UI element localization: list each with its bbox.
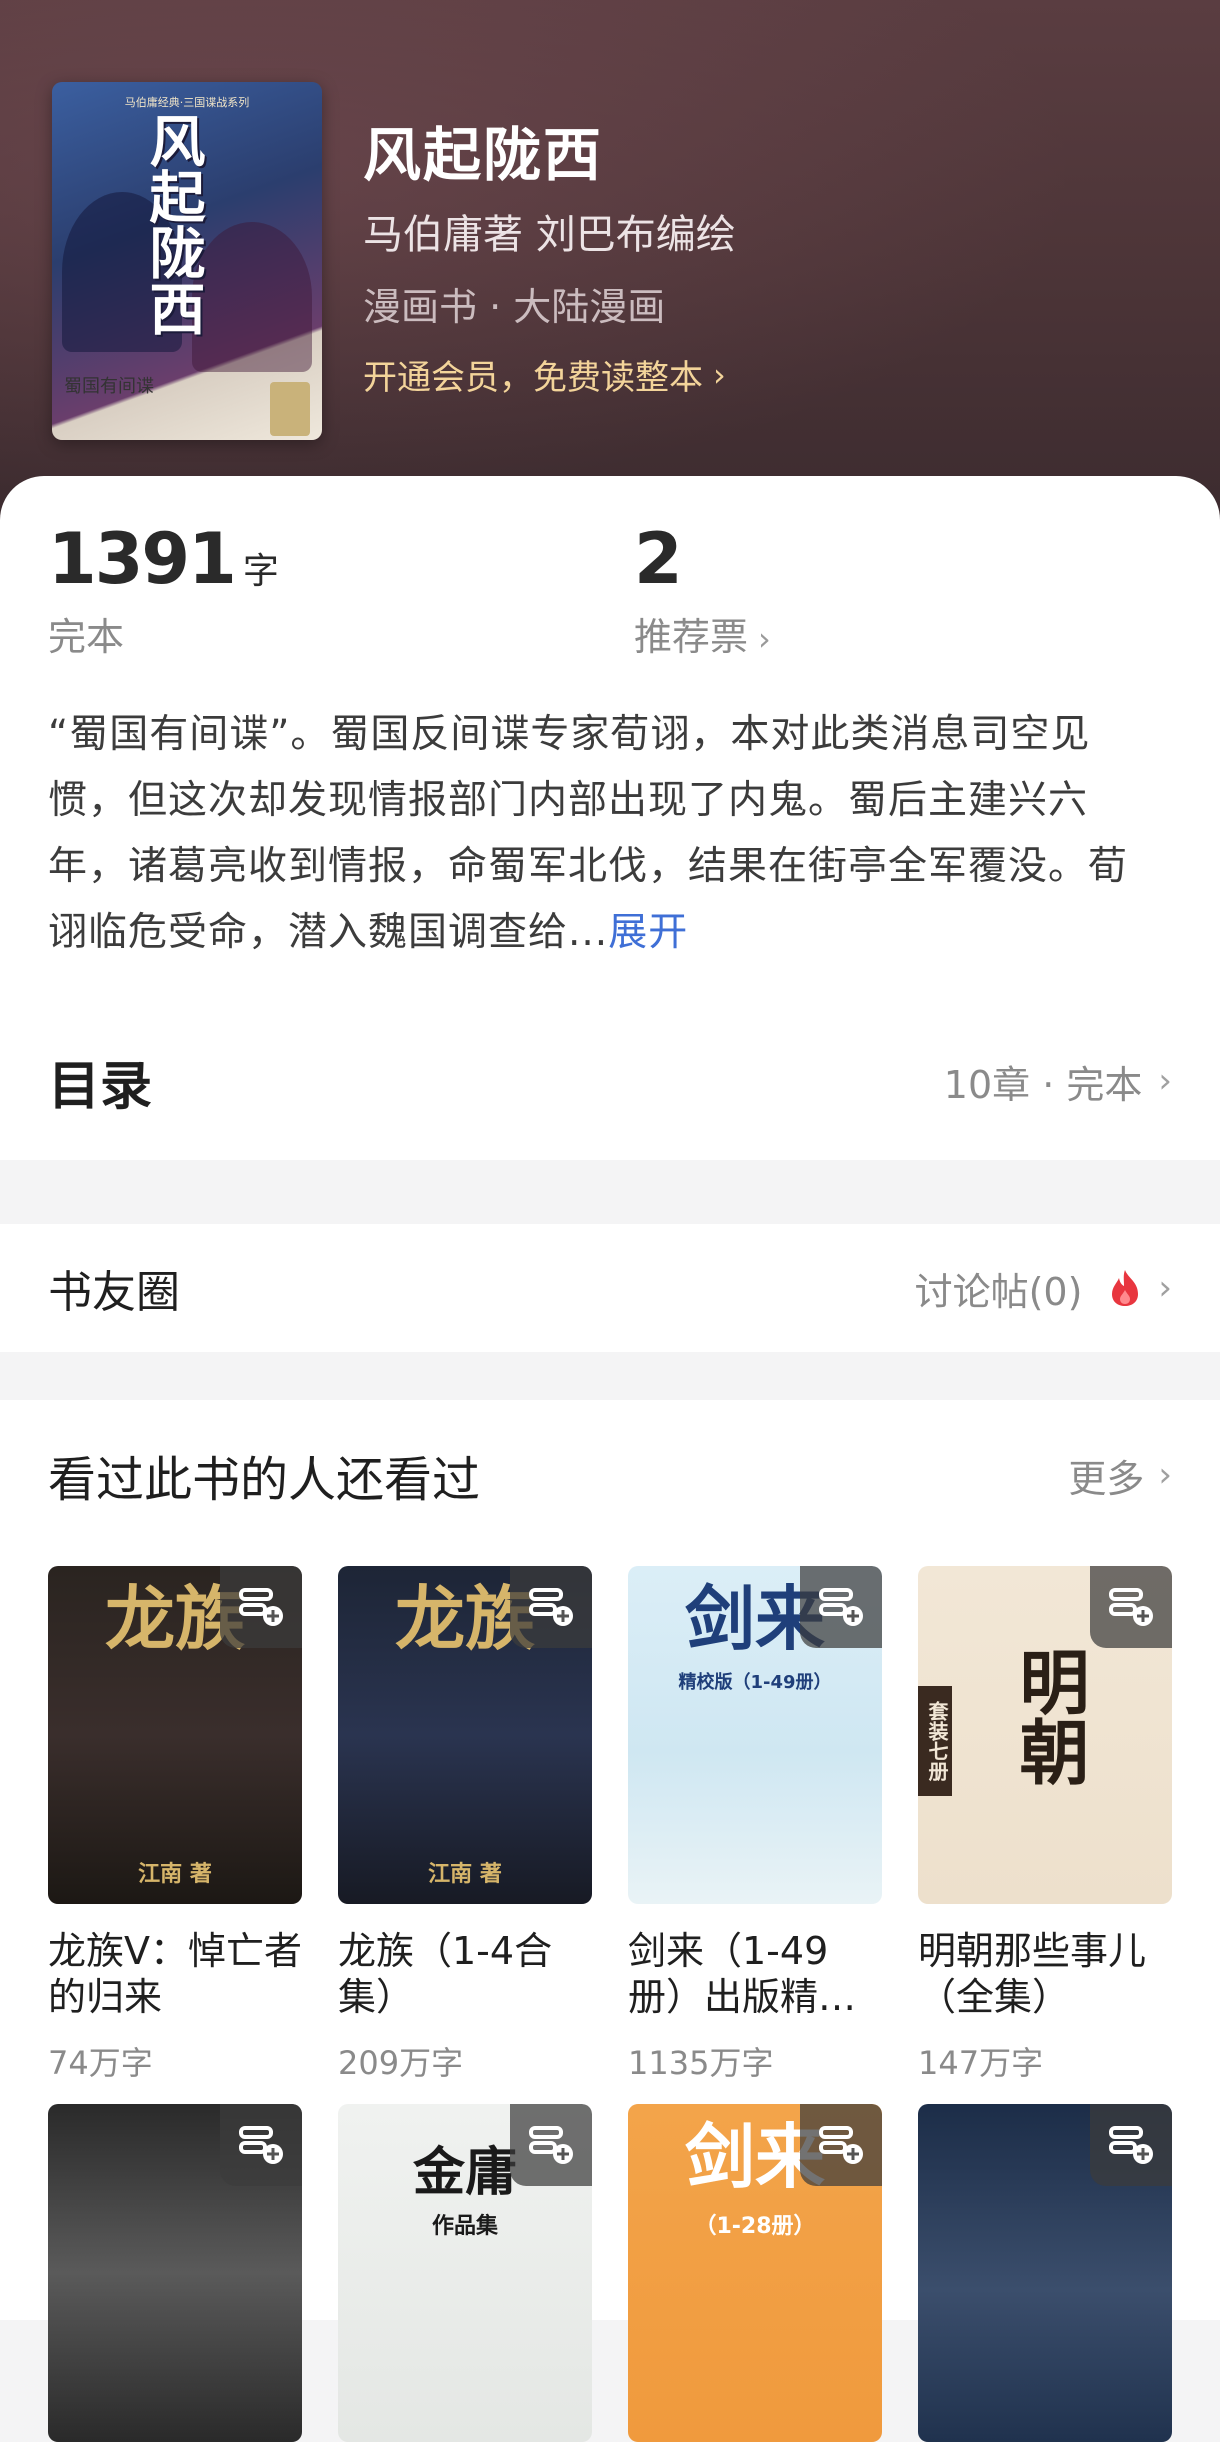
add-to-shelf-icon bbox=[819, 1588, 863, 1626]
recommended-book[interactable]: 剑来 （1-28册） bbox=[628, 2104, 882, 2442]
book-circle-title: 书友圈 bbox=[48, 1267, 180, 1318]
book-info-card: 1391 字 完本 2 推荐票 › “蜀国有间谍”。蜀国反间谍专家荀诩，本对此类消息… bbox=[0, 476, 1220, 1160]
chevron-right-icon: › bbox=[758, 620, 771, 658]
recommended-book-word-count: 147万字 bbox=[918, 2044, 1044, 2082]
cover-sub-text: 精校版（1-49册） bbox=[678, 1672, 832, 1693]
more-label: 更多 bbox=[1068, 1456, 1145, 1501]
book-title: 风起陇西 bbox=[363, 121, 604, 189]
fire-icon bbox=[1112, 1270, 1139, 1306]
chevron-right-icon: › bbox=[713, 355, 726, 394]
chevron-right-icon: › bbox=[1158, 1061, 1172, 1101]
book-circle-meta: 讨论帖(0) › bbox=[915, 1261, 1172, 1316]
cover-bottom-text: 蜀国有间谍 bbox=[64, 376, 154, 397]
chevron-right-icon: › bbox=[1158, 1268, 1172, 1308]
recommend-votes-stat[interactable]: 2 推荐票 › bbox=[634, 518, 771, 661]
book-genre[interactable]: 漫画书 · 大陆漫画 bbox=[363, 276, 665, 331]
add-to-shelf-icon bbox=[239, 1588, 283, 1626]
add-to-shelf-icon bbox=[529, 1588, 573, 1626]
expand-link[interactable]: 展开 bbox=[608, 910, 688, 955]
cover-sub-text: 江南 著 bbox=[138, 1862, 212, 1887]
status-label: 完本 bbox=[48, 615, 125, 659]
add-to-shelf-icon bbox=[1109, 1588, 1153, 1626]
add-to-shelf-button[interactable] bbox=[800, 1566, 882, 1648]
add-to-shelf-icon bbox=[819, 2126, 863, 2164]
toc-meta: 10章 · 完本 › bbox=[944, 1054, 1172, 1109]
cover-title-text: 风起陇西 bbox=[140, 112, 206, 336]
book-cover[interactable] bbox=[48, 2104, 302, 2442]
add-to-shelf-button[interactable] bbox=[510, 2104, 592, 2186]
recommended-book[interactable]: 龙族 江南 著 龙族Ⅴ：悼亡者的归来 74万字 bbox=[48, 1566, 302, 2084]
recommended-book-word-count: 209万字 bbox=[338, 2044, 464, 2082]
book-author[interactable]: 马伯庸著 刘巴布编绘 bbox=[363, 202, 736, 260]
recommended-book[interactable] bbox=[918, 2104, 1172, 2442]
add-to-shelf-button[interactable] bbox=[1090, 2104, 1172, 2186]
word-count-value: 1391 bbox=[48, 518, 237, 600]
vip-link-label: 开通会员，免费读整本 bbox=[363, 358, 703, 398]
book-cover[interactable]: 剑来 精校版（1-49册） bbox=[628, 1566, 882, 1904]
cover-sub-text: 江南 著 bbox=[428, 1862, 502, 1887]
add-to-shelf-icon bbox=[239, 2126, 283, 2164]
add-to-shelf-button[interactable] bbox=[800, 2104, 882, 2186]
cover-figure bbox=[192, 222, 312, 372]
book-cover[interactable]: 剑来 （1-28册） bbox=[628, 2104, 882, 2442]
add-to-shelf-button[interactable] bbox=[510, 1566, 592, 1648]
cover-sub-text: 作品集 bbox=[431, 2214, 498, 2239]
recommended-book-name: 剑来（1-49册）出版精… bbox=[628, 1929, 857, 2019]
toc-meta-text: 10章 · 完本 bbox=[943, 1062, 1143, 1107]
recommended-book[interactable]: 金庸 作品集 bbox=[338, 2104, 592, 2442]
add-to-shelf-button[interactable] bbox=[220, 1566, 302, 1648]
table-of-contents-row[interactable]: 目录 10章 · 完本 › bbox=[48, 1036, 1172, 1126]
book-cover[interactable]: 马伯庸经典·三国谍战系列 风起陇西 蜀国有间谍 bbox=[52, 82, 322, 440]
discussion-count: 讨论帖(0) bbox=[914, 1269, 1083, 1314]
toc-title: 目录 bbox=[48, 1056, 153, 1117]
book-cover[interactable]: 明朝 套装七册 bbox=[918, 1566, 1172, 1904]
book-cover[interactable]: 金庸 作品集 bbox=[338, 2104, 592, 2442]
book-cover[interactable]: 龙族 江南 著 bbox=[48, 1566, 302, 1904]
recommended-book-name: 龙族Ⅴ：悼亡者的归来 bbox=[48, 1929, 302, 2019]
cover-badge bbox=[270, 382, 310, 436]
recommended-book-word-count: 74万字 bbox=[48, 2044, 153, 2082]
votes-label-text: 推荐票 bbox=[634, 615, 749, 659]
recommended-book[interactable]: 龙族 江南 著 龙族（1-4合集） 209万字 bbox=[338, 1566, 592, 2084]
votes-value: 2 bbox=[634, 518, 683, 600]
recommended-book-name: 龙族（1-4合集） bbox=[338, 1929, 553, 2019]
add-to-shelf-icon bbox=[1109, 2126, 1153, 2164]
book-cover[interactable]: 龙族 江南 著 bbox=[338, 1566, 592, 1904]
recommendation-section: 看过此书的人还看过 更多 › 龙族 江南 著 龙族Ⅴ：悼亡者的归来 74万字 龙族… bbox=[0, 1400, 1220, 2442]
add-to-shelf-icon bbox=[529, 2126, 573, 2164]
book-circle-card[interactable]: 书友圈 讨论帖(0) › bbox=[0, 1224, 1220, 1352]
book-cover[interactable] bbox=[918, 2104, 1172, 2442]
chevron-right-icon: › bbox=[1158, 1455, 1172, 1495]
description-text: “蜀国有间谍”。蜀国反间谍专家荀诩，本对此类消息司空见惯，但这次却发现情报部门内… bbox=[48, 712, 1129, 955]
word-count-stat: 1391 字 完本 bbox=[48, 518, 279, 661]
cover-sub-text: （1-28册） bbox=[694, 2214, 816, 2239]
vip-free-read-link[interactable]: 开通会员，免费读整本 › bbox=[363, 350, 726, 399]
cover-title-text: 明朝 bbox=[1008, 1646, 1091, 1786]
book-description[interactable]: “蜀国有间谍”。蜀国反间谍专家荀诩，本对此类消息司空见惯，但这次却发现情报部门内… bbox=[48, 702, 1138, 966]
recommendation-title: 看过此书的人还看过 bbox=[48, 1452, 481, 1508]
recommended-book[interactable] bbox=[48, 2104, 302, 2442]
recommendation-header: 看过此书的人还看过 更多 › bbox=[48, 1440, 1172, 1510]
add-to-shelf-button[interactable] bbox=[220, 2104, 302, 2186]
cover-sub-text: 套装七册 bbox=[918, 1686, 952, 1796]
recommended-book[interactable]: 剑来 精校版（1-49册） 剑来（1-49册）出版精… 1135万字 bbox=[628, 1566, 882, 2084]
recommended-book[interactable]: 明朝 套装七册 明朝那些事儿（全集） 147万字 bbox=[918, 1566, 1172, 2084]
word-count-unit: 字 bbox=[242, 551, 279, 592]
add-to-shelf-button[interactable] bbox=[1090, 1566, 1172, 1648]
cover-series-text: 马伯庸经典·三国谍战系列 bbox=[124, 96, 250, 109]
recommended-book-word-count: 1135万字 bbox=[628, 2044, 774, 2082]
more-link[interactable]: 更多 › bbox=[1068, 1448, 1172, 1503]
votes-label: 推荐票 › bbox=[634, 606, 771, 661]
recommended-book-name: 明朝那些事儿（全集） bbox=[918, 1929, 1147, 2019]
